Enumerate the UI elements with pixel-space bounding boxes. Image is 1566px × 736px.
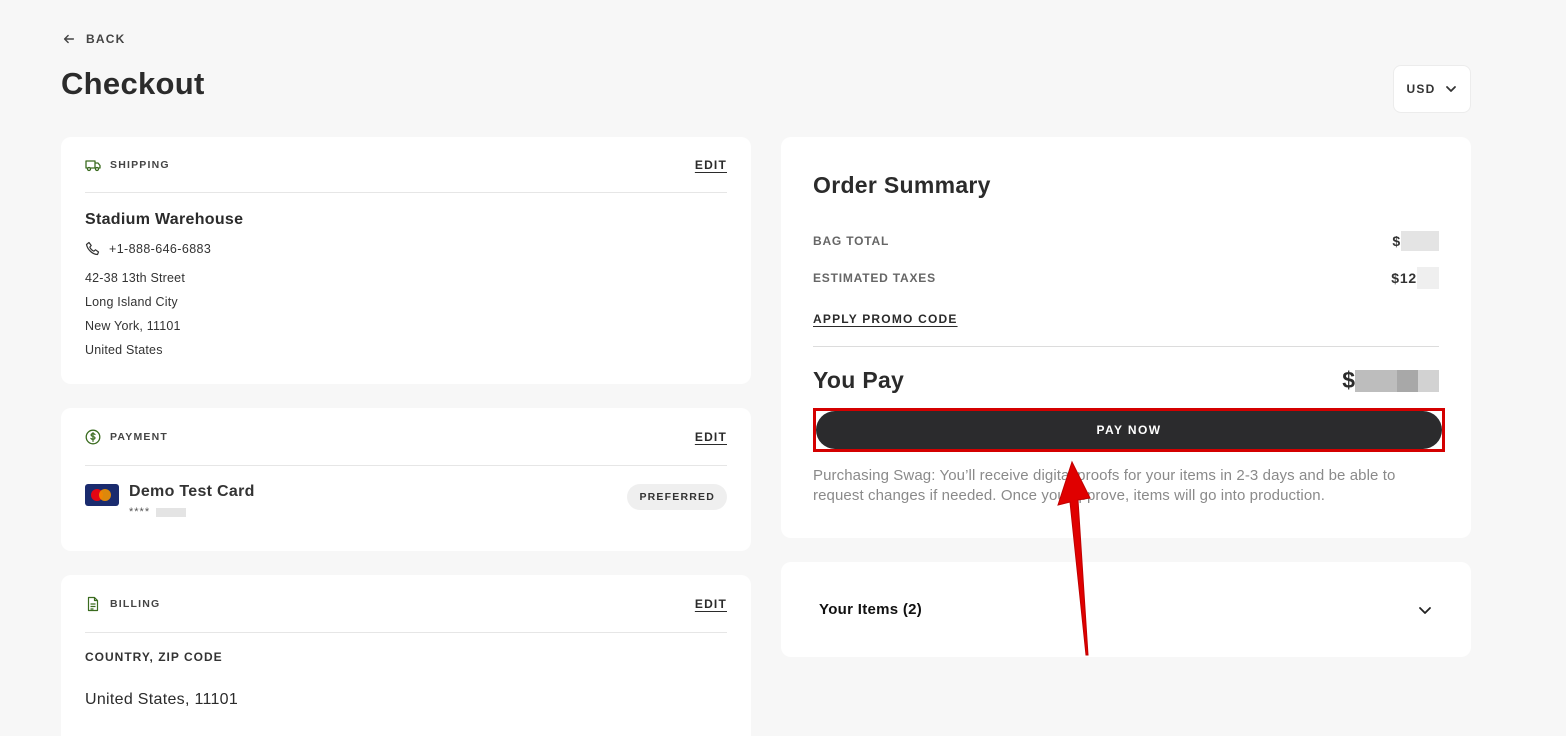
taxes-row: ESTIMATED TAXES $12 xyxy=(813,267,1439,289)
you-pay-value: $ xyxy=(1342,367,1355,393)
billing-value: United States, 11101 xyxy=(85,691,239,708)
card-name: Demo Test Card xyxy=(129,483,255,500)
shipping-phone-row: +1-888-646-6883 xyxy=(85,241,727,257)
currency-select[interactable]: USD xyxy=(1393,65,1471,113)
billing-edit-link[interactable]: EDIT xyxy=(695,597,727,611)
address-line: Long Island City xyxy=(85,295,178,309)
shipping-header: SHIPPING EDIT xyxy=(85,137,727,193)
billing-card: BILLING EDIT COUNTRY, ZIP CODE United St… xyxy=(61,575,751,736)
address-line: United States xyxy=(85,343,163,357)
document-icon xyxy=(87,596,99,611)
you-pay-label: You Pay xyxy=(813,367,905,393)
taxes-label: ESTIMATED TAXES xyxy=(813,271,936,285)
chevron-down-icon xyxy=(1446,86,1457,92)
address-line: 42-38 13th Street xyxy=(85,271,185,285)
billing-field-label: COUNTRY, ZIP CODE xyxy=(85,650,223,664)
billing-label: BILLING xyxy=(110,597,161,610)
shipping-name: Stadium Warehouse xyxy=(85,211,244,228)
shipping-edit-link[interactable]: EDIT xyxy=(695,158,727,172)
apply-promo-link[interactable]: APPLY PROMO CODE xyxy=(813,312,958,326)
preferred-badge: PREFERRED xyxy=(627,484,727,510)
redacted-amount xyxy=(1401,231,1439,251)
shipping-card: SHIPPING EDIT Stadium Warehouse +1-888-6… xyxy=(61,137,751,384)
billing-title: BILLING xyxy=(85,596,160,612)
phone-icon xyxy=(85,241,100,256)
pay-now-highlight: PAY NOW xyxy=(813,408,1445,452)
payment-edit-link[interactable]: EDIT xyxy=(695,430,727,444)
page-title: Checkout xyxy=(61,66,205,101)
redacted-amount xyxy=(1417,267,1439,289)
redacted-amount xyxy=(1355,369,1439,392)
taxes-value: $12 xyxy=(1391,270,1417,286)
payment-title: PAYMENT xyxy=(85,429,168,445)
billing-header: BILLING EDIT xyxy=(85,575,727,633)
swag-note: Purchasing Swag: You’ll receive digital … xyxy=(813,467,1396,504)
order-summary-card: Order Summary BAG TOTAL $ ESTIMATED TAXE… xyxy=(781,137,1471,538)
bag-total-label: BAG TOTAL xyxy=(813,234,890,248)
address-line: New York, 11101 xyxy=(85,319,181,333)
mastercard-icon xyxy=(85,484,119,506)
bag-total-value: $ xyxy=(1392,233,1401,249)
shipping-title: SHIPPING xyxy=(85,157,170,173)
your-items-title: Your Items (2) xyxy=(819,601,923,618)
truck-icon xyxy=(85,159,101,171)
redacted-digits xyxy=(156,507,187,517)
card-number: **** xyxy=(129,506,255,518)
shipping-label: SHIPPING xyxy=(110,158,170,171)
bag-total-amount: $ xyxy=(1392,231,1439,251)
bag-total-row: BAG TOTAL $ xyxy=(813,231,1439,251)
currency-value: USD xyxy=(1406,82,1436,96)
payment-card: PAYMENT EDIT Demo Test Card **** PREFERR… xyxy=(61,408,751,551)
your-items-accordion[interactable]: Your Items (2) xyxy=(781,562,1471,657)
you-pay-row: You Pay $ xyxy=(813,367,1439,394)
back-label: BACK xyxy=(86,32,126,46)
dollar-circle-icon xyxy=(85,429,101,444)
order-summary-title: Order Summary xyxy=(813,172,991,198)
back-link[interactable]: BACK xyxy=(62,32,125,46)
payment-label: PAYMENT xyxy=(110,430,168,443)
payment-method-row[interactable]: Demo Test Card **** PREFERRED xyxy=(85,466,727,518)
you-pay-amount: $ xyxy=(1342,367,1439,394)
payment-header: PAYMENT EDIT xyxy=(85,408,727,466)
pay-now-button[interactable]: PAY NOW xyxy=(816,411,1442,449)
summary-divider xyxy=(813,346,1439,347)
card-mask: **** xyxy=(129,506,151,518)
shipping-phone: +1-888-646-6883 xyxy=(109,242,212,256)
taxes-amount: $12 xyxy=(1391,267,1439,289)
arrow-left-icon xyxy=(63,34,75,44)
chevron-down-icon xyxy=(1419,606,1431,614)
